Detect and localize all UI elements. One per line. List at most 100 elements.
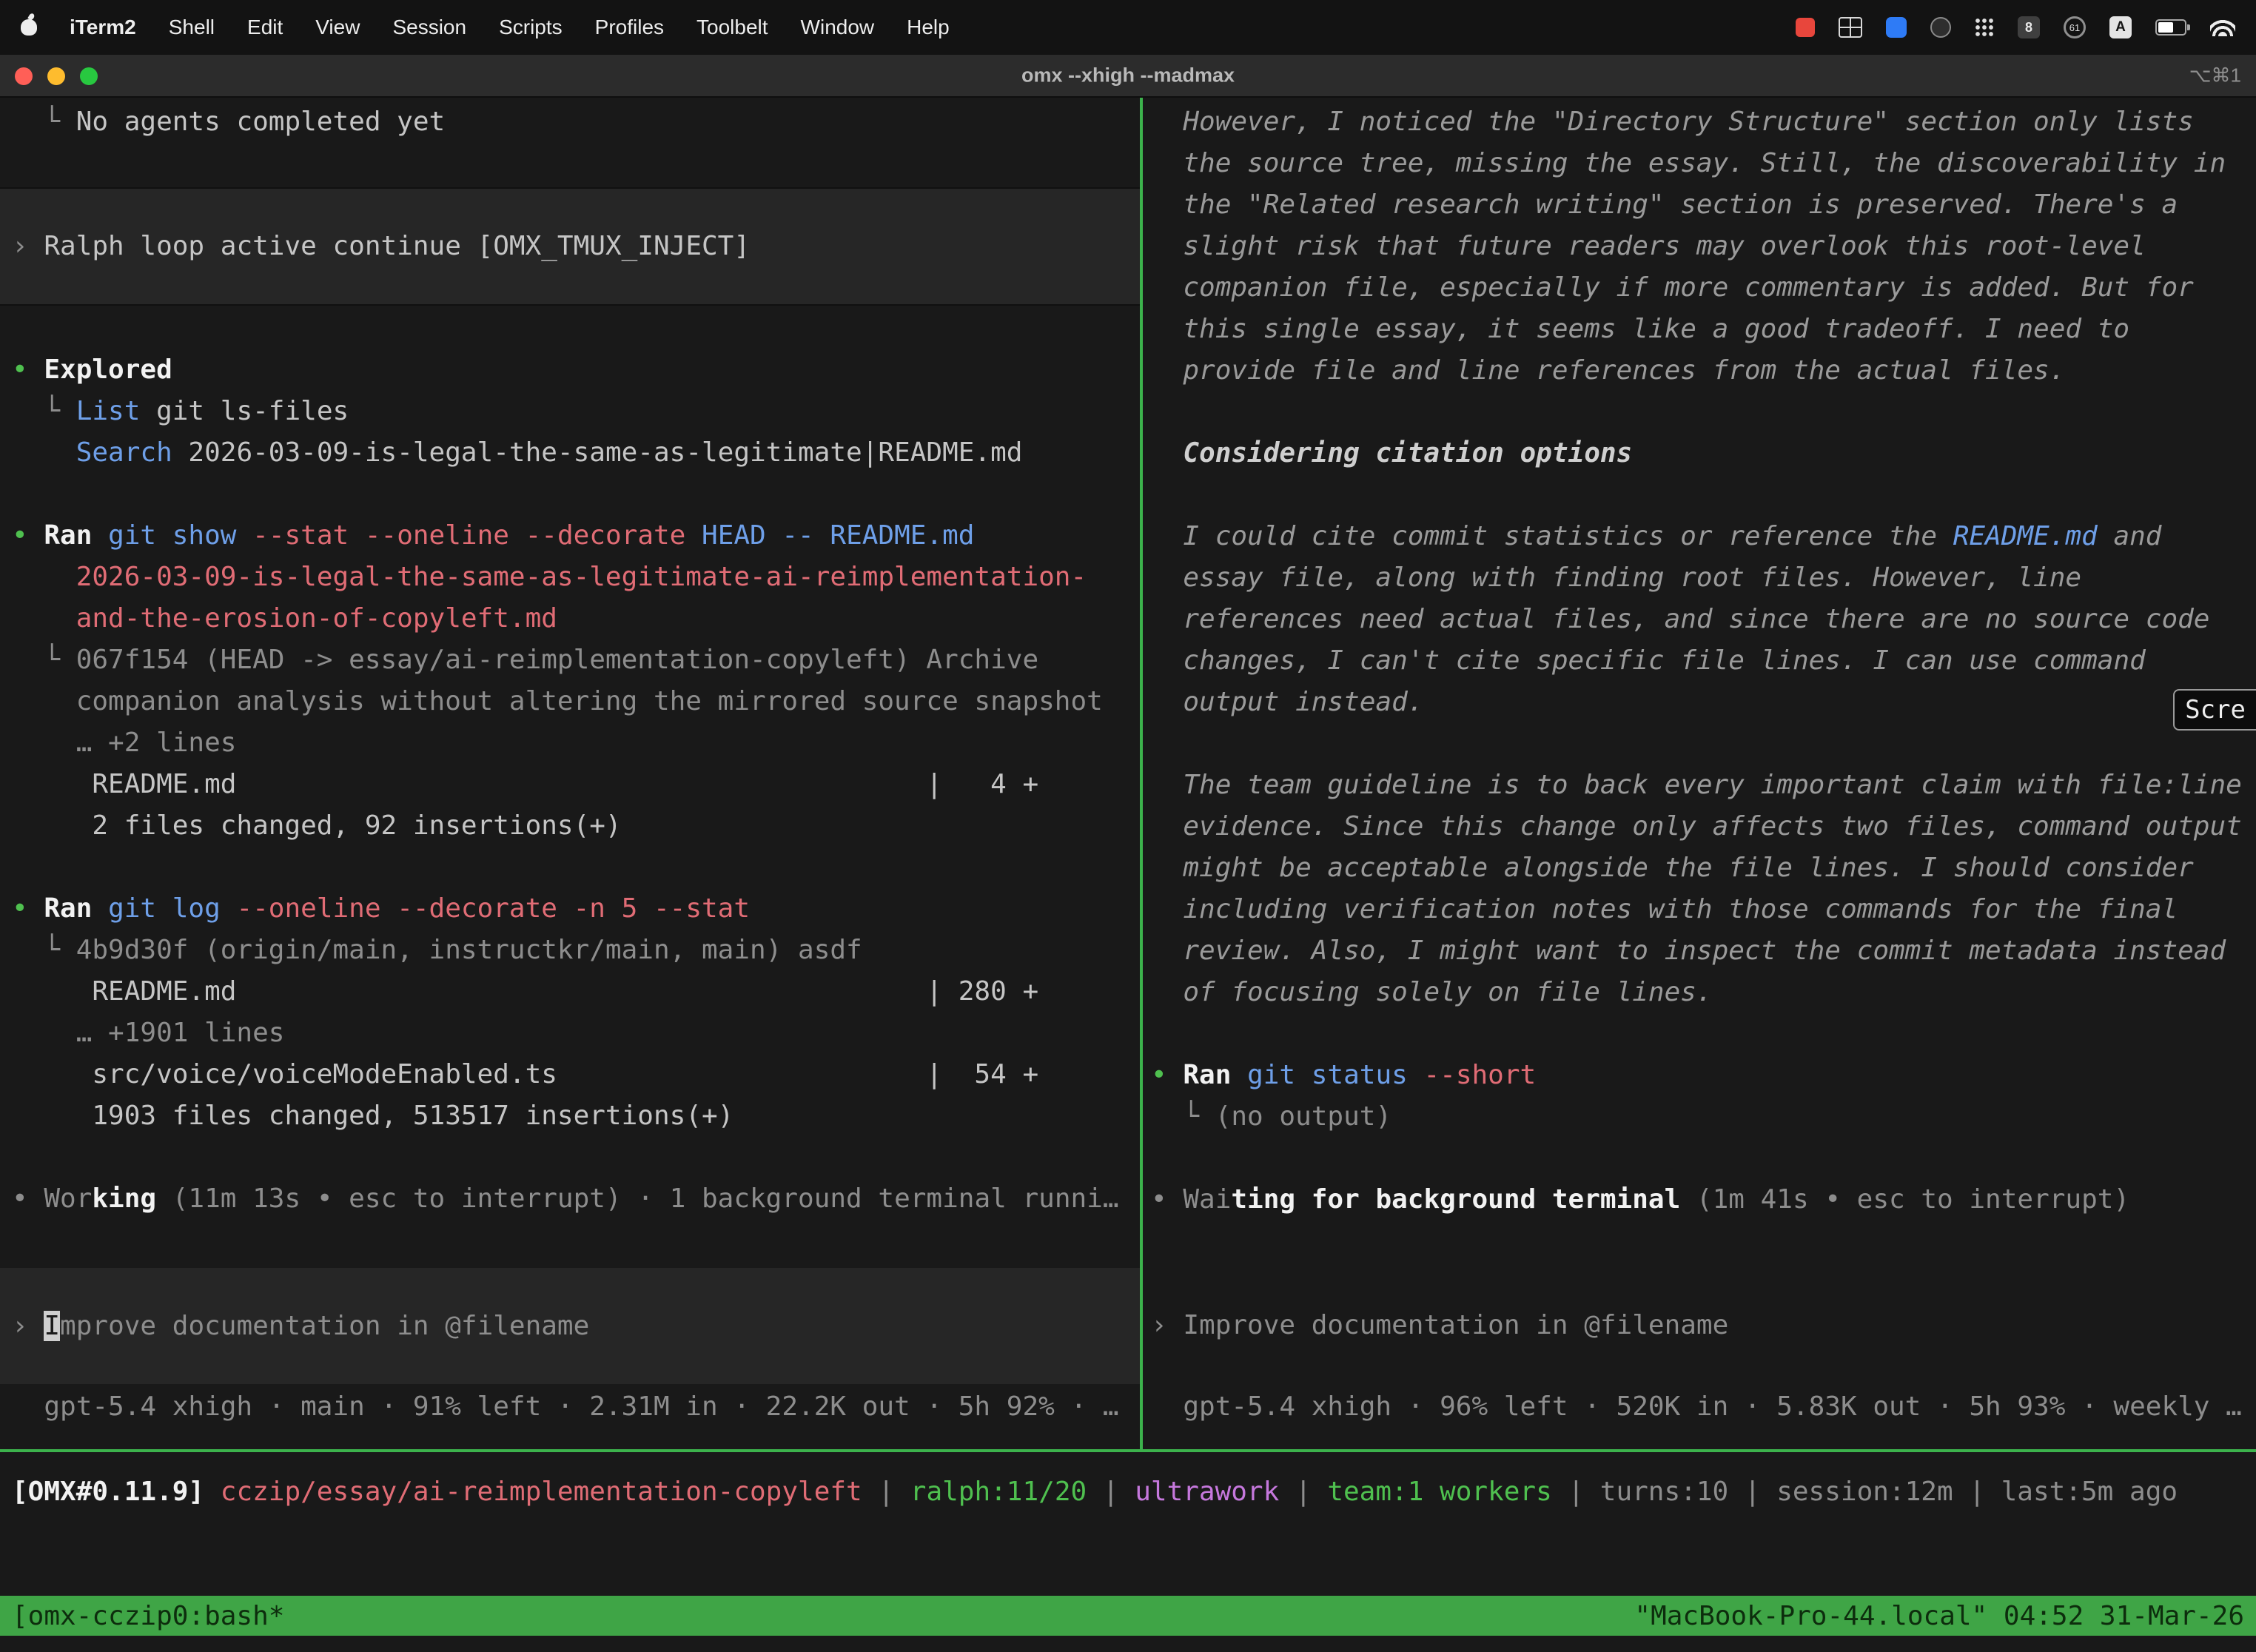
left-pre-output: └ No agents completed yet [12,101,1140,143]
grid-icon[interactable] [1839,17,1862,38]
menu-item-edit[interactable]: Edit [247,16,283,39]
screen-recording-icon[interactable] [1796,18,1815,37]
terminal-line: slight risk that future readers may over… [1151,226,2256,267]
tmux-session-label: [omx-cczip0:bash* [12,1601,284,1631]
window-title: omx --xhigh --madmax [1021,64,1235,87]
terminal-line [1151,392,2256,433]
terminal-line: I could cite commit statistics or refere… [1151,516,2256,557]
text-segment: └ [12,107,76,137]
text-segment: ralph:11/20 [910,1477,1087,1507]
terminal-line [1151,1138,2256,1179]
terminal-line: src/voice/voiceModeEnabled.ts | 54 + [12,1054,1140,1095]
battery-icon[interactable] [2155,19,2186,36]
prompt-input-right[interactable]: › Improve documentation in @filename [1151,1305,2256,1346]
text-segment: The team guideline is to back every impo… [1151,770,2242,800]
text-segment: Ran [44,893,92,924]
terminal-line: • Ran git status --short [1151,1055,2256,1096]
text-segment: List [76,396,141,426]
terminal-line: evidence. Since this change only affects… [1151,806,2256,847]
minimize-button[interactable] [47,67,65,85]
apple-menu-icon[interactable] [21,19,37,36]
text-segment: └ 4b9d30f (origin/main, instructkr/main,… [12,935,862,965]
terminal-line: 1903 files changed, 513517 insertions(+) [12,1095,1140,1137]
blue-app-icon[interactable] [1886,17,1907,38]
app-grid-icon[interactable] [1975,18,1994,37]
text-segment: Ralph loop active continue [OMX_TMUX_INJ… [44,231,750,261]
text-segment: of focusing solely on file lines. [1151,977,1713,1007]
text-segment: 2026-03-09-is-legal-the-same-as-legitima… [12,562,1087,592]
gauge-icon[interactable]: 61 [2064,16,2086,38]
notification-text: Scre [2185,695,2246,725]
terminal-line [1151,474,2256,516]
text-segment: Considering citation options [1151,438,1632,469]
text-segment: … +1901 lines [12,1018,284,1048]
text-segment: --oneline --decorate -n 5 --stat [221,893,750,924]
text-segment: essay file, along with finding root file… [1151,563,2081,593]
text-segment: README.md | 280 + [12,976,1038,1007]
dark-circle-icon[interactable] [1930,17,1951,38]
terminal-line: • Ran git log --oneline --decorate -n 5 … [12,888,1140,930]
text-segment: Ran [1183,1060,1231,1090]
omx-status-line: [OMX#0.11.9] cczip/essay/ai-reimplementa… [12,1471,2178,1513]
text-segment: and [2098,521,2162,551]
terminal-line: • Ran git show --stat --oneline --decora… [12,515,1140,557]
terminal-line: 2 files changed, 92 insertions(+) [12,805,1140,847]
menu-item-iterm2[interactable]: iTerm2 [70,16,136,39]
menu-item-session[interactable]: Session [392,16,466,39]
text-segment: evidence. Since this change only affects… [1151,811,2242,842]
zoom-button[interactable] [80,67,98,85]
text-segment: • [1151,1060,1183,1090]
menu-item-profiles[interactable]: Profiles [595,16,664,39]
terminal-line: … +2 lines [12,722,1140,764]
text-segment: • Wor [12,1183,92,1214]
tmux-host-time: "MacBook-Pro-44.local" 04:52 31-Mar-26 [1634,1601,2244,1631]
menu-item-view[interactable]: View [315,16,360,39]
close-button[interactable] [15,67,33,85]
menu-item-scripts[interactable]: Scripts [499,16,563,39]
notification-toast[interactable]: Scre [2173,689,2256,731]
text-segment: output instead. [1151,687,1423,717]
terminal-line: gpt-5.4 xhigh · 96% left · 520K in · 5.8… [1151,1386,2256,1428]
terminal-line: changes, I can't cite specific file line… [1151,640,2256,682]
text-segment: references need actual files, and since … [1151,604,2209,634]
text-segment: companion analysis without altering the … [12,686,1103,716]
terminal-line: essay file, along with finding root file… [1151,557,2256,599]
menu-item-help[interactable]: Help [907,16,950,39]
text-segment: └ (no output) [1151,1101,1391,1132]
left-pane[interactable]: └ No agents completed yet › Ralph loop a… [0,98,1140,1449]
prompt-input-left[interactable]: › Improve documentation in @filename [0,1268,1140,1384]
text-segment: slight risk that future readers may over… [1151,231,2146,261]
input-source-icon[interactable]: A [2109,16,2132,38]
keycap-icon[interactable]: 8 [2018,16,2040,38]
terminal-line: › Ralph loop active continue [OMX_TMUX_I… [12,226,750,267]
traffic-lights [15,67,98,85]
text-segment: cczip/essay/ai-reimplementation-copyleft [204,1477,862,1507]
terminal-line: └ 067f154 (HEAD -> essay/ai-reimplementa… [12,639,1140,681]
window-title-bar[interactable]: omx --xhigh --madmax ⌥⌘1 [0,55,2256,98]
terminal-line: provide file and line references from th… [1151,350,2256,392]
text-segment: the "Related research writing" section i… [1151,189,2178,220]
text-segment: 1903 files changed, 513517 insertions(+) [12,1101,733,1131]
menu-item-shell[interactable]: Shell [169,16,215,39]
prompt-input-left-lines: › Improve documentation in @filename [12,1306,589,1347]
terminal-line: references need actual files, and since … [1151,599,2256,640]
text-segment: this single essay, it seems like a good … [1151,314,2129,344]
text-segment: • [12,520,44,551]
text-segment: provide file and line references from th… [1151,355,2065,386]
terminal-line: └ List git ls-files [12,391,1140,432]
menu-item-toolbelt[interactable]: Toolbelt [696,16,768,39]
terminal-line: 2026-03-09-is-legal-the-same-as-legitima… [12,557,1140,598]
text-segment: git status [1231,1060,1407,1090]
text-segment: gpt-5.4 xhigh · main · 91% left · 2.31M … [12,1391,1119,1422]
text-segment: HEAD -- README.md [685,520,974,551]
terminal-line [12,847,1140,888]
terminal-line: └ No agents completed yet [12,101,1140,143]
window-shortcut-hint: ⌥⌘1 [2189,64,2241,87]
text-segment: › [12,1311,44,1341]
right-pane[interactable]: However, I noticed the "Directory Struct… [1143,98,2256,1449]
menu-item-window[interactable]: Window [801,16,875,39]
wifi-icon[interactable] [2210,19,2235,36]
text-segment: src/voice/voiceModeEnabled.ts | 54 + [12,1059,1038,1089]
terminal-line: and-the-erosion-of-copyleft.md [12,598,1140,639]
text-segment: ting for background terminal [1231,1184,1680,1215]
